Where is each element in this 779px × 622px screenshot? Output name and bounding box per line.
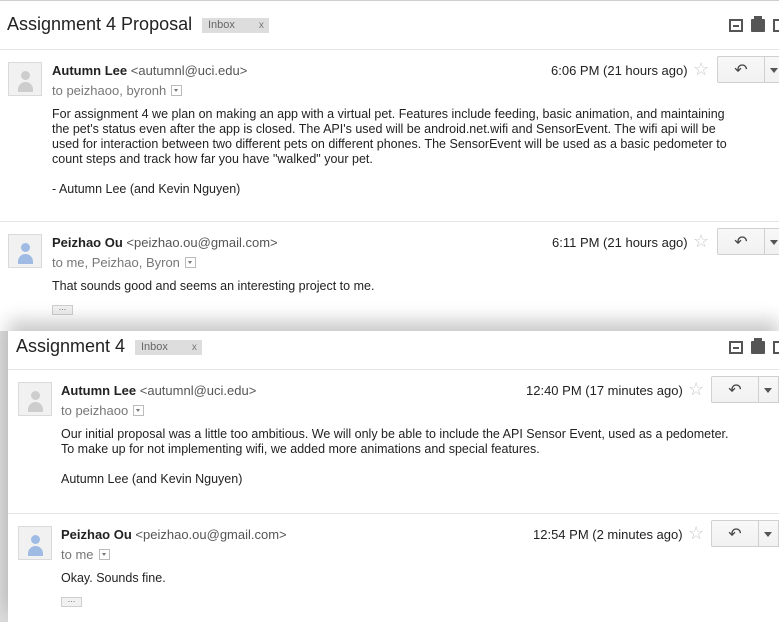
body-line: - Autumn Lee (and Kevin Nguyen) [52, 182, 241, 196]
reply-group: ↶ [717, 228, 779, 255]
thread-panel-assignment: Assignment 4 Inbox x Autumn Lee <autumnl@… [8, 331, 779, 622]
sender[interactable]: Peizhao Ou <peizhao.ou@gmail.com> [61, 527, 287, 542]
archive-icon[interactable] [729, 19, 743, 32]
reply-icon: ↶ [728, 525, 742, 543]
inbox-label[interactable]: Inbox x [135, 340, 202, 355]
more-options-button[interactable] [765, 228, 779, 255]
message-time: 6:06 PM (21 hours ago) [551, 63, 688, 78]
sender-name: Autumn Lee [61, 383, 137, 398]
reply-group: ↶ [717, 56, 779, 83]
body-line: Our initial proposal was a little too am… [61, 427, 729, 441]
body-line: count steps and track how far you have "… [52, 152, 373, 166]
message-peizhao-2[interactable]: Peizhao Ou <peizhao.ou@gmail.com> to me … [8, 514, 779, 622]
reply-button[interactable]: ↶ [711, 376, 759, 403]
thread-header: Assignment 4 Proposal Inbox x [0, 1, 779, 50]
reply-icon: ↶ [728, 381, 742, 399]
message-body: Okay. Sounds fine. [61, 571, 166, 586]
show-trimmed-content-button[interactable]: ... [61, 595, 82, 607]
inbox-label-text: Inbox [208, 19, 235, 31]
inbox-label-text: Inbox [141, 341, 168, 353]
body-line: the pet's status even after the app is c… [52, 122, 716, 136]
background-window-edge [0, 331, 8, 622]
message-autumn-2[interactable]: Autumn Lee <autumnl@uci.edu> to peizhaoo… [8, 370, 779, 514]
body-line: Autumn Lee (and Kevin Nguyen) [61, 472, 243, 486]
recipients-text: to peizhaoo, byronh [52, 83, 167, 98]
print-icon[interactable] [751, 16, 765, 32]
reply-button[interactable]: ↶ [717, 228, 765, 255]
avatar [18, 526, 52, 560]
thread-subject: Assignment 4 [16, 336, 126, 356]
show-details-icon[interactable] [133, 405, 145, 416]
more-options-button[interactable] [765, 56, 779, 83]
body-line: used for interaction between two differe… [52, 137, 727, 151]
sender[interactable]: Autumn Lee <autumnl@uci.edu> [52, 63, 247, 78]
recipients-text: to peizhaoo [61, 403, 129, 418]
reply-button[interactable]: ↶ [717, 56, 765, 83]
message-time: 12:40 PM (17 minutes ago) [526, 383, 683, 398]
sender[interactable]: Peizhao Ou <peizhao.ou@gmail.com> [52, 235, 278, 250]
new-window-icon[interactable] [773, 19, 779, 32]
inbox-label[interactable]: Inbox x [202, 18, 269, 33]
avatar [8, 62, 42, 96]
reply-group: ↶ [711, 520, 779, 547]
recipients-text: to me, Peizhao, Byron [52, 255, 180, 270]
sender-name: Autumn Lee [52, 63, 128, 78]
recipients: to peizhaoo [61, 403, 145, 418]
body-line: That sounds good and seems an interestin… [52, 279, 375, 293]
thread-panel-proposal: Assignment 4 Proposal Inbox x Autumn Lee … [0, 0, 779, 331]
show-details-icon[interactable] [98, 549, 110, 560]
sender-name: Peizhao Ou [61, 527, 132, 542]
message-time: 6:11 PM (21 hours ago) [552, 235, 688, 250]
recipients: to me [61, 547, 110, 562]
star-icon[interactable]: ☆ [693, 232, 709, 250]
sender-email: <autumnl@uci.edu> [139, 383, 257, 398]
reply-icon: ↶ [734, 233, 748, 251]
reply-group: ↶ [711, 376, 779, 403]
star-icon[interactable]: ☆ [693, 60, 709, 78]
star-icon[interactable]: ☆ [688, 380, 704, 398]
star-icon[interactable]: ☆ [688, 524, 704, 542]
remove-label-button[interactable]: x [259, 20, 264, 31]
remove-label-button[interactable]: x [192, 342, 197, 353]
sender-name: Peizhao Ou [52, 235, 123, 250]
message-body: That sounds good and seems an interestin… [52, 279, 374, 294]
thread-actions [729, 16, 779, 32]
message-autumn-1[interactable]: Autumn Lee <autumnl@uci.edu> to peizhaoo… [0, 50, 779, 222]
show-trimmed-content-button[interactable]: ... [52, 303, 73, 315]
show-details-icon[interactable] [171, 85, 183, 96]
recipients: to peizhaoo, byronh [52, 83, 183, 98]
new-window-icon[interactable] [773, 341, 779, 354]
reply-icon: ↶ [734, 61, 748, 79]
body-blank-line [61, 457, 729, 472]
more-options-button[interactable] [759, 376, 779, 403]
more-options-button[interactable] [759, 520, 779, 547]
avatar [8, 234, 42, 268]
print-icon[interactable] [751, 338, 765, 354]
body-line: To make up for not implementing wifi, we… [61, 442, 540, 456]
sender-email: <autumnl@uci.edu> [130, 63, 248, 78]
body-blank-line [52, 167, 727, 182]
sender[interactable]: Autumn Lee <autumnl@uci.edu> [61, 383, 256, 398]
body-line: For assignment 4 we plan on making an ap… [52, 107, 725, 121]
recipients: to me, Peizhao, Byron [52, 255, 196, 270]
message-body: For assignment 4 we plan on making an ap… [52, 107, 727, 197]
archive-icon[interactable] [729, 341, 743, 354]
thread-actions [729, 338, 779, 354]
sender-email: <peizhao.ou@gmail.com> [135, 527, 287, 542]
thread-header: Assignment 4 Inbox x [8, 331, 779, 370]
thread-subject: Assignment 4 Proposal [7, 14, 193, 34]
recipients-text: to me [61, 547, 94, 562]
message-body: Our initial proposal was a little too am… [61, 427, 729, 487]
message-time: 12:54 PM (2 minutes ago) [533, 527, 683, 542]
body-line: Okay. Sounds fine. [61, 571, 166, 585]
show-details-icon[interactable] [184, 257, 196, 268]
message-peizhao-1[interactable]: Peizhao Ou <peizhao.ou@gmail.com> to me,… [0, 222, 779, 331]
avatar [18, 382, 52, 416]
sender-email: <peizhao.ou@gmail.com> [126, 235, 278, 250]
reply-button[interactable]: ↶ [711, 520, 759, 547]
